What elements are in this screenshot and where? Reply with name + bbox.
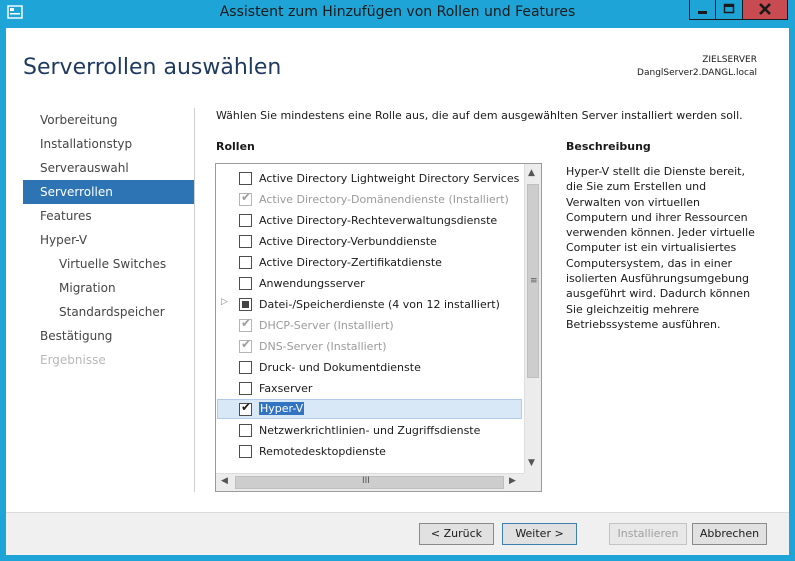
role-checkbox[interactable] xyxy=(239,214,252,227)
role-checkbox[interactable] xyxy=(239,424,252,437)
role-checkbox[interactable] xyxy=(239,382,252,395)
nav-item-7[interactable]: Migration xyxy=(23,276,194,300)
role-checkbox[interactable] xyxy=(239,277,252,290)
nav-divider xyxy=(194,108,195,492)
role-label: Active Directory-Verbunddienste xyxy=(259,235,437,248)
role-label: DNS-Server (Installiert) xyxy=(259,340,387,353)
role-label: Active Directory-Zertifikatdienste xyxy=(259,256,442,269)
scroll-up-icon[interactable]: ▲ xyxy=(528,168,535,178)
role-checkbox[interactable] xyxy=(239,256,252,269)
role-checkbox: ✔ xyxy=(239,316,252,332)
checkmark-icon: ✔ xyxy=(241,190,252,204)
checkmark-icon: ✔ xyxy=(241,316,252,330)
horizontal-scroll-thumb[interactable]: III xyxy=(235,476,504,489)
target-server-label: ZIELSERVER xyxy=(702,55,757,65)
expand-arrow-icon[interactable]: ▷ xyxy=(221,297,228,307)
role-row[interactable]: Anwendungsserver xyxy=(216,273,524,294)
nav-item-6[interactable]: Virtuelle Switches xyxy=(23,252,194,276)
minimize-button[interactable] xyxy=(689,0,716,20)
role-checkbox: ✔ xyxy=(239,190,252,206)
nav-item-9[interactable]: Bestätigung xyxy=(23,324,194,348)
role-row[interactable]: ✔ DHCP-Server (Installiert) xyxy=(216,315,524,336)
target-server-name: DanglServer2.DANGL.local xyxy=(637,68,757,78)
checkmark-icon: ✔ xyxy=(241,400,252,414)
role-label: Netzwerkrichtlinien- und Zugriffsdienste xyxy=(259,424,481,437)
back-button[interactable]: < Zurück xyxy=(419,523,494,545)
role-label: Faxserver xyxy=(259,382,313,395)
role-row[interactable]: ▷ Datei-/Speicherdienste (4 von 12 instal… xyxy=(216,294,524,315)
role-label: Active Directory-Rechteverwaltungsdienst… xyxy=(259,214,498,227)
vertical-scrollbar[interactable]: ▲ ≡ ▼ xyxy=(524,164,541,473)
page-title: Serverrollen auswählen xyxy=(23,55,282,80)
role-label: DHCP-Server (Installiert) xyxy=(259,319,394,332)
nav-item-5[interactable]: Hyper-V xyxy=(23,228,194,252)
scroll-right-icon[interactable]: ▶ xyxy=(509,476,516,486)
description-heading: Beschreibung xyxy=(566,140,651,153)
role-row[interactable]: Druck- und Dokumentdienste xyxy=(216,357,524,378)
vertical-scroll-thumb[interactable]: ≡ xyxy=(527,184,539,378)
checkmark-icon: ✔ xyxy=(241,337,252,351)
wizard-window: Assistent zum Hinzufügen von Rollen und … xyxy=(0,0,795,561)
role-label: Active Directory-Domänendienste (Install… xyxy=(259,193,509,206)
role-checkbox[interactable] xyxy=(239,445,252,458)
role-checkbox[interactable] xyxy=(239,172,252,185)
close-button[interactable] xyxy=(742,0,788,20)
install-button[interactable]: Installieren xyxy=(609,523,687,545)
minimize-icon xyxy=(698,11,707,14)
role-checkbox[interactable] xyxy=(239,298,252,311)
role-row[interactable]: Active Directory-Rechteverwaltungsdienst… xyxy=(216,210,524,231)
roles-list-box: Active Directory Lightweight Directory S… xyxy=(215,163,542,492)
nav-item-8[interactable]: Standardspeicher xyxy=(23,300,194,324)
role-label: Anwendungsserver xyxy=(259,277,365,290)
role-row[interactable]: ✔ Active Directory-Domänendienste (Instal… xyxy=(216,189,524,210)
close-icon xyxy=(759,3,771,15)
target-server-info: ZIELSERVER DanglServer2.DANGL.local xyxy=(637,54,757,80)
vertical-grip: ≡ xyxy=(530,276,538,286)
scroll-left-icon[interactable]: ◀ xyxy=(221,476,228,486)
nav-item-10: Ergebnisse xyxy=(40,353,106,367)
maximize-icon xyxy=(723,3,735,14)
wizard-navigation: Vorbereitung Installationstyp Serverauswah… xyxy=(23,108,194,372)
role-row[interactable]: Netzwerkrichtlinien- und Zugriffsdienste xyxy=(216,420,524,441)
horizontal-scrollbar[interactable]: ◀ III ▶ xyxy=(216,473,524,491)
nav-item-0[interactable]: Vorbereitung xyxy=(23,108,194,132)
role-label: Datei-/Speicherdienste (4 von 12 install… xyxy=(259,298,500,311)
role-row[interactable]: Active Directory Lightweight Directory S… xyxy=(216,168,524,189)
title-bar[interactable]: Assistent zum Hinzufügen von Rollen und … xyxy=(0,0,795,28)
role-label: Hyper-V xyxy=(259,402,305,415)
role-row[interactable]: Remotedesktopdienste xyxy=(216,441,524,462)
role-label: Active Directory Lightweight Directory S… xyxy=(259,172,520,185)
nav-item-1[interactable]: Installationstyp xyxy=(23,132,194,156)
roles-heading: Rollen xyxy=(216,140,255,153)
role-label: Druck- und Dokumentdienste xyxy=(259,361,421,374)
role-checkbox[interactable]: ✔ xyxy=(239,400,252,416)
role-checkbox[interactable] xyxy=(239,235,252,248)
next-button[interactable]: Weiter > xyxy=(502,523,577,545)
role-row[interactable]: ✔ Hyper-V xyxy=(216,399,524,420)
cancel-button[interactable]: Abbrechen xyxy=(692,523,767,545)
role-row[interactable]: Active Directory-Zertifikatdienste xyxy=(216,252,524,273)
scroll-corner xyxy=(524,473,541,491)
nav-item-4[interactable]: Features xyxy=(23,204,194,228)
role-row[interactable]: Faxserver xyxy=(216,378,524,399)
nav-item-2[interactable]: Serverauswahl xyxy=(23,156,194,180)
role-row[interactable]: Active Directory-Verbunddienste xyxy=(216,231,524,252)
instruction-text: Wählen Sie mindestens eine Rolle aus, di… xyxy=(216,109,743,122)
nav-item-3[interactable]: Serverrollen xyxy=(23,180,194,204)
scroll-down-icon[interactable]: ▼ xyxy=(528,458,535,468)
role-checkbox: ✔ xyxy=(239,337,252,353)
partial-check-icon xyxy=(242,301,249,308)
description-text: Hyper-V stellt die Dienste bereit, die S… xyxy=(566,165,755,331)
maximize-button[interactable] xyxy=(715,0,743,20)
roles-list[interactable]: Active Directory Lightweight Directory S… xyxy=(216,164,524,473)
window-title: Assistent zum Hinzufügen von Rollen und … xyxy=(219,4,576,20)
role-label: Remotedesktopdienste xyxy=(259,445,386,458)
horizontal-grip: III xyxy=(362,476,370,486)
role-checkbox[interactable] xyxy=(239,361,252,374)
role-row[interactable]: ✔ DNS-Server (Installiert) xyxy=(216,336,524,357)
wizard-body: Serverrollen auswählen ZIELSERVER DanglS… xyxy=(6,28,789,555)
